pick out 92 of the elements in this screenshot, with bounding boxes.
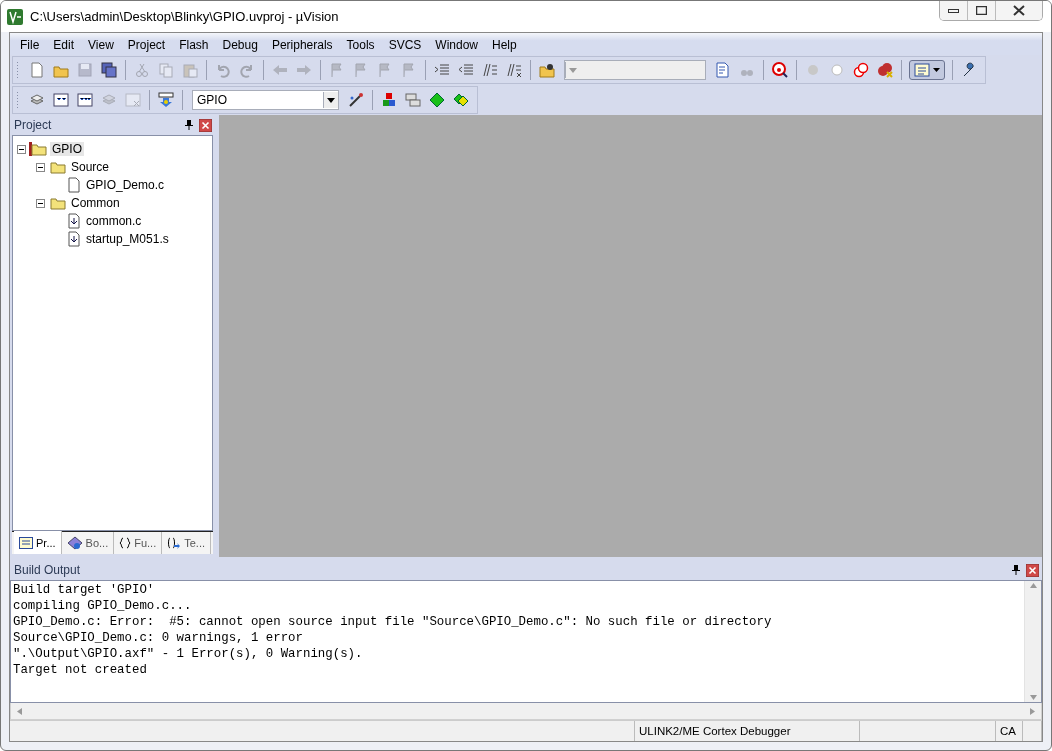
breakpoint-delete-icon[interactable] <box>877 62 893 78</box>
status-caps: CA <box>996 721 1023 741</box>
close-icon[interactable] <box>199 118 212 132</box>
tree-item[interactable]: Source <box>69 160 112 174</box>
source-file-icon <box>67 213 81 229</box>
outdent-icon[interactable] <box>458 62 474 78</box>
source-file-icon <box>67 231 81 247</box>
pin-icon[interactable] <box>185 120 193 130</box>
diamond-icon[interactable] <box>429 92 445 108</box>
dot-icon[interactable] <box>805 62 821 78</box>
menu-item[interactable]: Debug <box>216 38 266 52</box>
windows-icon[interactable] <box>405 92 421 108</box>
output-line: Build target 'GPIO' <box>13 582 156 598</box>
window-icon <box>914 63 930 77</box>
caret-icon <box>569 67 577 73</box>
panel-tab[interactable]: Te... <box>162 532 211 554</box>
template-icon <box>167 537 182 549</box>
output-line: Source\GPIO_Demo.c: 0 warnings, 1 error <box>13 630 304 646</box>
output-line: ".\Output\GPIO.axf" - 1 Error(s), 0 Warning(s). <box>13 646 364 662</box>
tab-label: Bo... <box>85 537 109 549</box>
collapse-icon[interactable] <box>17 144 26 154</box>
target-select[interactable]: GPIO <box>192 90 339 110</box>
folder-icon <box>48 160 66 174</box>
indent-icon[interactable] <box>434 62 450 78</box>
tab-label: Te... <box>184 537 205 549</box>
horizontal-scrollbar[interactable] <box>10 703 1042 720</box>
comment-icon[interactable] <box>482 62 498 78</box>
scroll-right-icon <box>1030 707 1035 715</box>
tree-item[interactable]: common.c <box>84 214 144 228</box>
circles-icon[interactable] <box>853 62 869 78</box>
close-icon[interactable] <box>1026 563 1039 577</box>
panel-title: Build Output <box>14 563 82 577</box>
collapse-icon[interactable] <box>36 198 45 208</box>
caret-icon <box>933 68 940 72</box>
menu-item[interactable]: Help <box>486 38 525 52</box>
panel-title: Project <box>14 118 53 132</box>
restore-icon <box>976 6 987 15</box>
blocks-icon[interactable] <box>381 92 397 108</box>
menu-item[interactable]: File <box>14 38 48 52</box>
debug-magnifier-icon[interactable] <box>772 62 788 78</box>
scroll-left-icon <box>17 707 22 715</box>
output-line: GPIO_Demo.c: Error: #5: cannot open source input file "Source\GPIO_Demo.c": No such file or directory <box>13 614 773 630</box>
maximize-button[interactable] <box>967 1 995 20</box>
list-icon <box>19 536 33 549</box>
menu-item[interactable]: Tools <box>340 38 383 52</box>
menu-item[interactable]: Edit <box>47 38 83 52</box>
tree-item[interactable]: startup_M051.s <box>84 232 171 246</box>
save-all-icon[interactable] <box>101 62 117 78</box>
panel-tab[interactable]: Bo... <box>61 532 115 554</box>
tree-item[interactable]: GPIO_Demo.c <box>84 178 167 192</box>
diamonds-icon[interactable] <box>453 92 469 108</box>
new-file-icon[interactable] <box>29 62 45 78</box>
status-text: ULINK2/ME Cortex Debugger <box>635 721 860 741</box>
pin-icon[interactable] <box>1012 565 1020 575</box>
close-icon <box>1013 5 1025 16</box>
menu-item[interactable]: Window <box>429 38 486 52</box>
scroll-down-icon <box>1029 695 1037 700</box>
app-icon <box>7 8 23 25</box>
caret-icon <box>327 97 335 103</box>
menu-item[interactable]: Project <box>121 38 174 52</box>
output-line: Target not created <box>13 662 148 678</box>
folder-search-icon[interactable] <box>539 62 555 78</box>
menu-item[interactable]: Peripherals <box>265 38 341 52</box>
minimize-button[interactable] <box>940 1 967 20</box>
rebuild-icon[interactable] <box>77 92 93 108</box>
build-icon[interactable] <box>53 92 69 108</box>
collapse-icon[interactable] <box>36 162 45 172</box>
file-icon <box>67 177 81 193</box>
menu-item[interactable]: Flash <box>173 38 217 52</box>
uncomment-icon[interactable] <box>506 62 522 78</box>
close-button[interactable] <box>995 1 1042 20</box>
menu-item[interactable]: SVCS <box>382 38 430 52</box>
minimize-icon <box>948 8 959 13</box>
target-folder-icon <box>29 142 47 156</box>
wand-icon[interactable] <box>348 92 364 108</box>
panel-tab[interactable]: Pr... <box>14 531 62 554</box>
document-search-icon[interactable] <box>715 62 731 78</box>
tree-item[interactable]: Common <box>69 196 122 210</box>
scroll-up-icon <box>1029 583 1037 588</box>
tree-item[interactable]: GPIO <box>50 142 84 156</box>
window-title: C:\Users\admin\Desktop\Blinky\GPIO.uvproj - µVision <box>30 9 339 24</box>
menu-item[interactable]: View <box>82 38 122 52</box>
load-icon[interactable] <box>158 92 174 108</box>
vertical-scrollbar[interactable] <box>1024 581 1041 702</box>
tab-label: Pr... <box>36 536 56 549</box>
braces-icon <box>119 537 132 549</box>
output-line: compiling GPIO_Demo.c... <box>13 598 193 614</box>
tab-label: Fu... <box>134 537 157 549</box>
window-menu-button[interactable] <box>909 60 945 80</box>
combo-text: GPIO <box>196 93 228 107</box>
folder-icon <box>48 196 66 210</box>
panel-tab[interactable]: Fu... <box>114 532 163 554</box>
